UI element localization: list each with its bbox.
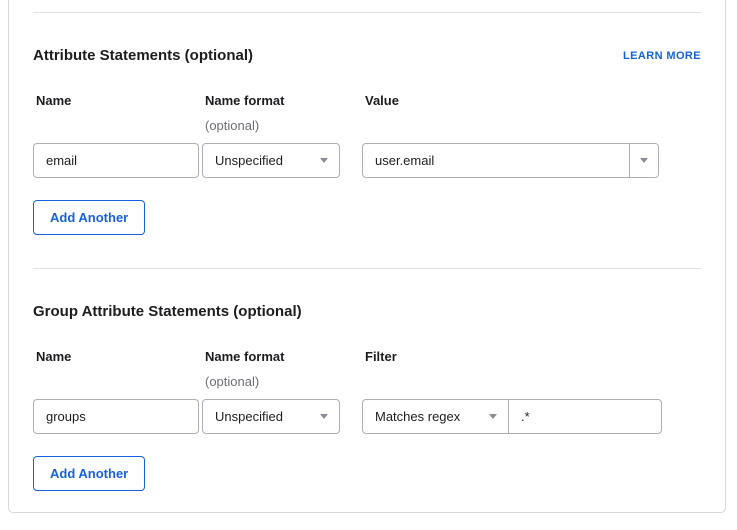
- section-divider: [33, 12, 701, 13]
- group-attribute-statements-column-headers: Name Name format (optional) Filter: [33, 349, 701, 390]
- group-attribute-statements-section: Group Attribute Statements (optional) Na…: [33, 302, 701, 491]
- group-attribute-name-input[interactable]: [33, 399, 199, 434]
- attribute-value-combobox: [362, 143, 659, 178]
- name-column-label: Name: [33, 349, 202, 364]
- name-format-column-label: Name format: [202, 93, 362, 108]
- chevron-down-icon: [640, 158, 648, 163]
- chevron-down-icon: [320, 414, 328, 419]
- attribute-value-input[interactable]: [363, 144, 629, 177]
- group-filter-type-select[interactable]: Matches regex: [363, 400, 509, 433]
- chevron-down-icon: [320, 158, 328, 163]
- group-attribute-name-format-value: Unspecified: [215, 409, 283, 424]
- group-attribute-statement-row: Unspecified Matches regex: [33, 399, 701, 434]
- value-column-label: Value: [362, 93, 701, 108]
- name-format-optional-note: (optional): [202, 374, 362, 390]
- name-format-column-label: Name format: [202, 349, 362, 364]
- group-filter-value-input[interactable]: [509, 400, 661, 433]
- add-another-group-attribute-button[interactable]: Add Another: [33, 456, 145, 491]
- add-another-attribute-button[interactable]: Add Another: [33, 200, 145, 235]
- group-filter-type-value: Matches regex: [375, 409, 460, 424]
- name-column-label: Name: [33, 93, 202, 108]
- attribute-name-input[interactable]: [33, 143, 199, 178]
- name-format-optional-note: (optional): [202, 118, 362, 134]
- filter-column-label: Filter: [362, 349, 701, 364]
- attribute-statements-column-headers: Name Name format (optional) Value: [33, 93, 701, 134]
- attribute-statement-row: Unspecified: [33, 143, 701, 178]
- attribute-statements-section: Attribute Statements (optional) LEARN MO…: [33, 46, 701, 235]
- chevron-down-icon: [489, 414, 497, 419]
- group-attribute-name-format-select[interactable]: Unspecified: [202, 399, 340, 434]
- section-divider: [33, 268, 701, 269]
- attribute-statements-title: Attribute Statements (optional): [33, 46, 253, 66]
- attribute-name-format-value: Unspecified: [215, 153, 283, 168]
- attribute-name-format-select[interactable]: Unspecified: [202, 143, 340, 178]
- saml-settings-card: Attribute Statements (optional) LEARN MO…: [8, 0, 726, 513]
- learn-more-link[interactable]: LEARN MORE: [623, 48, 701, 64]
- group-filter-combobox: Matches regex: [362, 399, 662, 434]
- attribute-value-dropdown-button[interactable]: [629, 144, 658, 177]
- group-attribute-statements-title: Group Attribute Statements (optional): [33, 302, 302, 322]
